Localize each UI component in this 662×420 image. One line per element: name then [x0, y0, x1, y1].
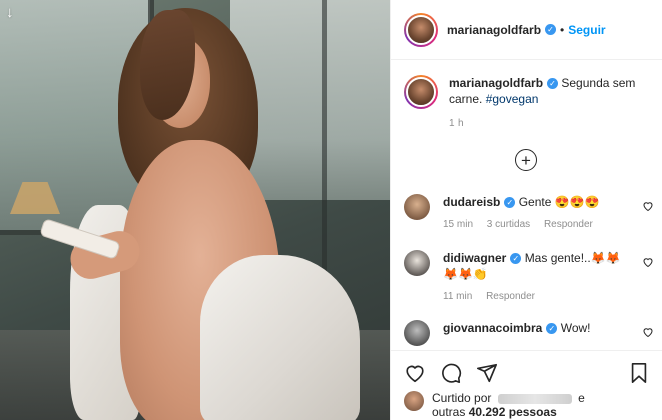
post-caption: marianagoldfarb ✓ Segunda sem carne. #gov…	[391, 60, 662, 132]
reply-button[interactable]: Responder	[544, 219, 593, 230]
verified-icon: ✓	[510, 253, 522, 265]
comment-likes[interactable]: 3 curtidas	[487, 219, 530, 230]
post-photo[interactable]: ↓	[0, 0, 390, 420]
caption-time: 1 h	[449, 118, 464, 129]
comment-body: dudareisb ✓ Gente 😍😍😍 15 min 3 curtidas R…	[443, 194, 633, 233]
follow-button[interactable]: Seguir	[568, 23, 605, 37]
caption-username[interactable]: marianagoldfarb	[449, 76, 543, 90]
avatar	[406, 14, 436, 45]
likes-count[interactable]: 40.292	[469, 405, 506, 419]
comment-text: Gente 😍😍😍	[518, 195, 600, 209]
likes-others-suffix[interactable]: pessoas	[509, 405, 557, 419]
likes-prefix: Curtido por	[432, 391, 492, 405]
back-arrow-icon[interactable]: ↓	[6, 5, 14, 21]
comment-meta: 11 min Responder	[443, 289, 633, 305]
comment-username[interactable]: dudareisb	[443, 195, 500, 209]
heart-icon[interactable]	[404, 362, 426, 384]
verified-icon: ✓	[547, 78, 559, 90]
likes-others-prefix: outras	[432, 405, 466, 419]
comment-meta: 15 min 3 curtidas Responder	[443, 217, 633, 233]
like-comment-heart-icon[interactable]	[642, 326, 654, 338]
comment-time: 11 min	[443, 291, 473, 302]
action-bar	[404, 361, 649, 385]
author-username[interactable]: marianagoldfarb	[447, 23, 541, 37]
comment-username[interactable]: giovannacoimbra	[443, 321, 542, 335]
share-icon[interactable]	[476, 362, 498, 384]
avatar	[406, 77, 436, 107]
separator-dot: •	[560, 22, 565, 37]
comment-body: giovannacoimbra ✓ Wow!	[443, 320, 633, 346]
reply-button[interactable]: Responder	[486, 291, 535, 302]
verified-icon: ✓	[546, 323, 558, 335]
bookmark-icon[interactable]	[629, 362, 649, 384]
comment-avatar[interactable]	[404, 320, 430, 346]
like-comment-heart-icon[interactable]	[642, 256, 654, 268]
comment-item: giovannacoimbra ✓ Wow!	[404, 320, 654, 346]
post-actions: Curtido por e outras 40.292 pessoas	[391, 350, 662, 419]
likes-text: Curtido por e outras 40.292 pessoas	[432, 391, 585, 419]
verified-icon: ✓	[504, 197, 516, 209]
comment-avatar[interactable]	[404, 194, 430, 220]
comment-icon[interactable]	[440, 362, 462, 384]
caption-avatar[interactable]	[404, 75, 438, 109]
post-sidebar: marianagoldfarb ✓ • Seguir marianagoldfa…	[390, 0, 662, 420]
likes-summary: Curtido por e outras 40.292 pessoas	[404, 391, 649, 419]
hashtag-link[interactable]: #govegan	[486, 92, 539, 106]
load-more-comments-icon[interactable]: +	[515, 149, 537, 171]
verified-icon: ✓	[545, 24, 557, 35]
comment-username[interactable]: didiwagner	[443, 251, 506, 265]
like-comment-heart-icon[interactable]	[642, 200, 654, 212]
comment-time: 15 min	[443, 219, 474, 230]
caption-body: marianagoldfarb ✓ Segunda sem carne. #gov…	[449, 75, 648, 132]
comment-item: didiwagner ✓ Mas gente!..🦊🦊 🦊🦊👏 11 min Re…	[404, 250, 654, 305]
comment-text: Wow!	[560, 321, 591, 335]
author-avatar[interactable]	[404, 12, 438, 47]
comment-item: dudareisb ✓ Gente 😍😍😍 15 min 3 curtidas R…	[404, 194, 654, 233]
blurred-username[interactable]	[497, 393, 572, 404]
liker-avatar[interactable]	[404, 391, 424, 411]
post-header: marianagoldfarb ✓ • Seguir	[391, 0, 662, 60]
likes-suffix: e	[578, 391, 585, 405]
comment-body: didiwagner ✓ Mas gente!..🦊🦊 🦊🦊👏 11 min Re…	[443, 250, 633, 305]
comment-avatar[interactable]	[404, 250, 430, 276]
robe-right	[200, 255, 360, 420]
